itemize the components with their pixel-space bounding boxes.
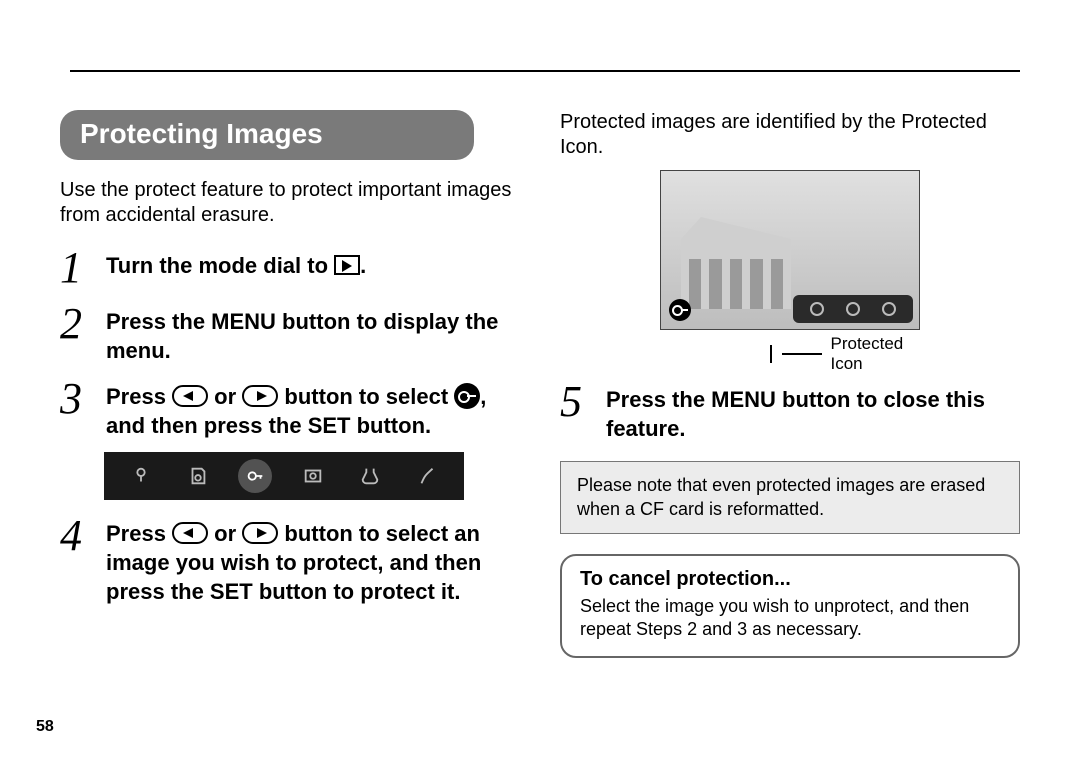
step-number: 1 [60, 246, 94, 290]
step-3: 3 Press or button to select , and then p… [60, 377, 520, 440]
left-arrow-button-icon [172, 522, 208, 544]
playback-mode-icon [334, 255, 360, 275]
step-number: 2 [60, 302, 94, 346]
page-number: 58 [36, 718, 54, 736]
intro-text: Use the protect feature to protect impor… [60, 178, 520, 228]
step-body: Press the MENU button to close this feat… [606, 380, 1020, 443]
callout-line-h [782, 353, 823, 355]
photo-columns-shape [689, 259, 783, 309]
section-header: Protecting Images [60, 110, 474, 160]
right-arrow-button-icon [242, 385, 278, 407]
menu-item-protect-icon [238, 459, 272, 493]
s4-p1: Press [106, 521, 172, 546]
menu-item-5-icon [353, 459, 387, 493]
step-number: 3 [60, 377, 94, 421]
s3-p2: or [208, 384, 242, 409]
tip-title: To cancel protection... [580, 568, 1000, 591]
step-number: 5 [560, 380, 594, 424]
menu-item-4-icon [296, 459, 330, 493]
s3-p1: Press [106, 384, 172, 409]
step-4: 4 Press or button to select an image you… [60, 514, 520, 606]
s3-p3: button to select [278, 384, 454, 409]
protected-key-overlay-icon [669, 299, 691, 321]
left-column: Protecting Images Use the protect featur… [60, 110, 520, 658]
protected-icon-label: Protected Icon [830, 334, 920, 374]
step-body: Press or button to select an image you w… [106, 514, 520, 606]
step-number: 4 [60, 514, 94, 558]
example-photo [660, 170, 920, 330]
right-arrow-button-icon [242, 522, 278, 544]
menu-item-6-icon [410, 459, 444, 493]
protect-key-icon [454, 383, 480, 409]
callout-line-v [770, 345, 772, 363]
two-column-layout: Protecting Images Use the protect featur… [60, 110, 1020, 658]
tip-box: To cancel protection... Select the image… [560, 554, 1020, 658]
camera-menu-strip [104, 452, 464, 500]
note-box: Please note that even protected images a… [560, 461, 1020, 534]
right-intro-text: Protected images are identified by the P… [560, 110, 1020, 160]
left-arrow-button-icon [172, 385, 208, 407]
manual-page: Protecting Images Use the protect featur… [0, 0, 1080, 766]
menu-item-2-icon [181, 459, 215, 493]
callout-pointer: Protected Icon [660, 334, 920, 374]
menu-item-1-icon [124, 459, 158, 493]
step1-post: . [360, 253, 366, 278]
tip-body: Select the image you wish to unprotect, … [580, 595, 1000, 642]
step-5: 5 Press the MENU button to close this fe… [560, 380, 1020, 443]
step1-pre: Turn the mode dial to [106, 253, 334, 278]
s4-p2: or [208, 521, 242, 546]
step-body: Press or button to select , and then pre… [106, 377, 520, 440]
step-body: Turn the mode dial to . [106, 246, 366, 281]
top-rule [70, 70, 1020, 72]
photo-status-badge [793, 295, 913, 323]
right-column: Protected images are identified by the P… [560, 110, 1020, 658]
step-2: 2 Press the MENU button to display the m… [60, 302, 520, 365]
step-body: Press the MENU button to display the men… [106, 302, 520, 365]
step-1: 1 Turn the mode dial to . [60, 246, 520, 290]
